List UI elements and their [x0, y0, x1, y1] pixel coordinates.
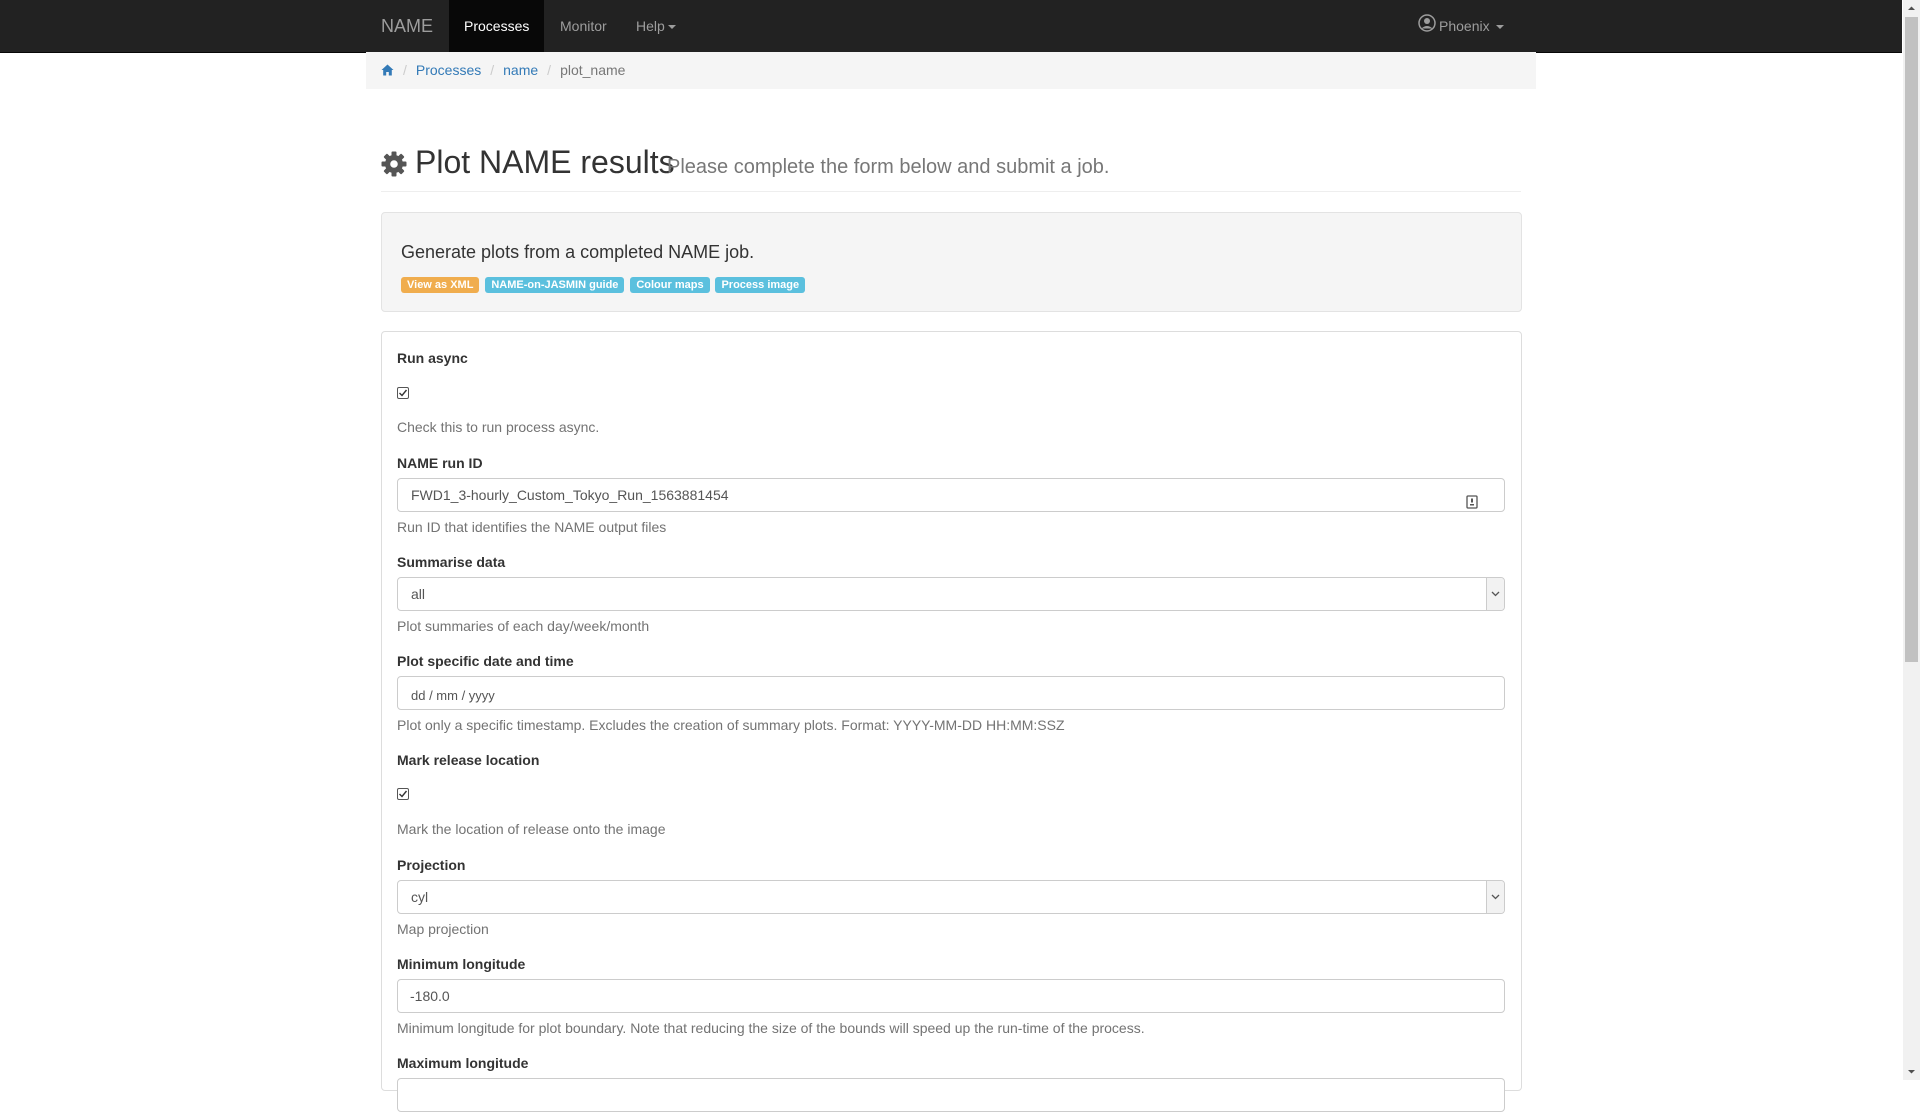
password-manager-icon[interactable]: [1466, 488, 1478, 520]
run-async-help: Check this to run process async.: [397, 419, 600, 435]
guide-label[interactable]: NAME-on-JASMIN guide: [485, 277, 625, 293]
summarise-help: Plot summaries of each day/week/month: [397, 618, 650, 634]
summarise-select[interactable]: all: [397, 577, 1505, 611]
run-async-checkbox[interactable]: [397, 387, 409, 399]
breadcrumb-separator: /: [403, 62, 407, 78]
scrollbar-thumb[interactable]: [1905, 17, 1918, 662]
scroll-down-arrow-icon[interactable]: [1903, 1063, 1920, 1080]
page-title: Plot NAME results: [415, 144, 675, 180]
min-lon-value: -180.0: [410, 988, 450, 1004]
brand-link[interactable]: NAME: [381, 0, 433, 52]
run-id-help: Run ID that identifies the NAME output f…: [397, 519, 667, 535]
mark-release-checkbox[interactable]: [397, 788, 409, 800]
gear-icon: [381, 151, 407, 180]
timestamp-placeholder: dd / mm / yyyy: [411, 688, 495, 703]
nav-processes[interactable]: Processes: [449, 0, 545, 52]
projection-label: Projection: [397, 857, 466, 873]
top-navbar: NAME Processes Monitor Help Phoenix: [0, 0, 1902, 53]
mark-release-help: Mark the location of release onto the im…: [397, 821, 666, 837]
projection-select[interactable]: cyl: [397, 880, 1505, 914]
breadcrumb-current: plot_name: [560, 62, 626, 78]
breadcrumb-name[interactable]: name: [503, 52, 538, 89]
summarise-label: Summarise data: [397, 554, 506, 570]
view-xml-label[interactable]: View as XML: [401, 277, 480, 293]
chevron-down-icon: [1486, 881, 1504, 913]
process-image-label[interactable]: Process image: [715, 277, 806, 293]
breadcrumb-processes[interactable]: Processes: [416, 52, 481, 89]
timestamp-input[interactable]: dd / mm / yyyy: [397, 676, 1505, 710]
home-icon[interactable]: [381, 53, 394, 90]
max-lon-label: Maximum longitude: [397, 1055, 529, 1071]
page-scrollbar[interactable]: [1903, 0, 1920, 1080]
run-async-label: Run async: [397, 350, 468, 366]
chevron-down-icon: [1486, 578, 1504, 610]
min-lon-input[interactable]: -180.0: [397, 979, 1505, 1013]
nav-help[interactable]: Help: [621, 0, 691, 52]
run-id-label: NAME run ID: [397, 455, 483, 471]
caret-down-icon: [667, 25, 676, 30]
process-links: View as XML NAME-on-JASMIN guide Colour …: [401, 275, 807, 293]
caret-down-icon: [1495, 25, 1504, 30]
form-panel: Run async Check this to run process asyn…: [381, 331, 1522, 1112]
page-subtitle: Please complete the form below and submi…: [667, 156, 1110, 178]
min-lon-label: Minimum longitude: [397, 956, 526, 972]
user-menu[interactable]: Phoenix: [1418, 0, 1504, 52]
projection-value: cyl: [411, 889, 429, 905]
process-description: Generate plots from a completed NAME job…: [401, 242, 755, 262]
scroll-up-arrow-icon[interactable]: [1903, 0, 1920, 17]
breadcrumb: / Processes / name / plot_name: [366, 52, 1536, 89]
user-name: Phoenix: [1439, 18, 1490, 34]
process-description-well: Generate plots from a completed NAME job…: [381, 212, 1522, 312]
summarise-value: all: [411, 586, 426, 602]
breadcrumb-separator: /: [490, 62, 495, 78]
colour-maps-label[interactable]: Colour maps: [630, 277, 710, 293]
page-header: Plot NAME results Please complete the fo…: [381, 140, 1521, 192]
max-lon-input[interactable]: [397, 1078, 1505, 1112]
timestamp-help: Plot only a specific timestamp. Excludes…: [397, 717, 1065, 733]
run-id-input[interactable]: FWD1_3-hourly_Custom_Tokyo_Run_156388145…: [397, 478, 1505, 512]
run-id-value: FWD1_3-hourly_Custom_Tokyo_Run_156388145…: [411, 487, 729, 503]
mark-release-label: Mark release location: [397, 752, 540, 768]
min-lon-help: Minimum longitude for plot boundary. Not…: [397, 1020, 1145, 1036]
projection-help: Map projection: [397, 921, 489, 937]
nav-help-label: Help: [636, 18, 665, 34]
nav-monitor[interactable]: Monitor: [545, 0, 622, 52]
breadcrumb-separator: /: [547, 62, 552, 78]
timestamp-label: Plot specific date and time: [397, 653, 574, 669]
user-circle-icon: [1418, 1, 1436, 53]
